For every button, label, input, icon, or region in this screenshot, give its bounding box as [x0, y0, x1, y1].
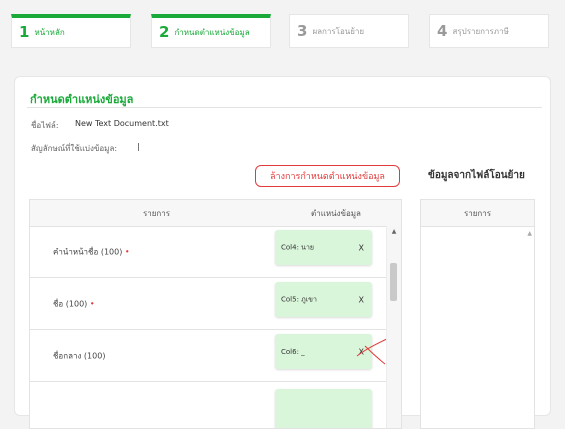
data-from-file-title: ข้อมูลจากไฟล์โอนย้าย	[428, 170, 525, 181]
step-label: หน้าหลัก	[34, 28, 65, 37]
step-number: 1	[19, 23, 30, 41]
separator-label: สัญลักษณ์ที่ใช้แบ่งข้อมูล:	[31, 144, 118, 153]
table-header: รายการ ตำแหน่งข้อมูล	[30, 200, 401, 227]
step-1-main[interactable]: 1 หน้าหลัก	[11, 14, 131, 48]
remove-icon[interactable]: X	[359, 243, 364, 252]
wizard-steps: 1 หน้าหลัก 2 กำหนดตำแหน่งข้อมูล 3 ผลการโ…	[0, 0, 565, 70]
scroll-thumb[interactable]	[390, 263, 397, 301]
mapping-table: รายการ ตำแหน่งข้อมูล คำนำหน้าชื่อ (100) …	[29, 199, 402, 429]
scroll-up-icon[interactable]: ▲	[387, 228, 401, 235]
data-position-card: กำหนดตำแหน่งข้อมูล ชื่อไฟล์: New Text Do…	[14, 76, 551, 429]
file-name-value: New Text Document.txt	[75, 119, 169, 128]
divider	[27, 107, 542, 108]
row-label: ชื่อ (100) •	[53, 299, 95, 308]
column-header-item: รายการ	[463, 208, 492, 218]
step-label: ผลการโอนย้าย	[312, 26, 365, 36]
step-4-tax-summary[interactable]: 4 สรุปรายการภาษี	[429, 14, 549, 48]
table-row: ชื่อ (100) • Col5: ภูเขา X	[30, 278, 389, 330]
table-scrollbar[interactable]: ▲	[386, 226, 401, 428]
position-chip[interactable]: Col4: นาย X	[275, 230, 372, 265]
step-2-define-position[interactable]: 2 กำหนดตำแหน่งข้อมูล	[151, 14, 271, 48]
step-label: สรุปรายการภาษี	[452, 26, 509, 36]
required-mark: •	[124, 247, 130, 256]
table-header: รายการ	[421, 200, 534, 227]
file-data-table: รายการ ▲	[420, 199, 535, 429]
separator-value: |	[137, 142, 140, 151]
step-label: กำหนดตำแหน่งข้อมูล	[174, 28, 250, 37]
position-chip[interactable]: Col5: ภูเขา X	[275, 282, 372, 317]
chip-value: Col4: นาย	[281, 243, 314, 251]
step-3-transfer-result[interactable]: 3 ผลการโอนย้าย	[289, 14, 409, 48]
table-row	[30, 382, 389, 428]
step-number: 2	[159, 23, 170, 41]
section-title: กำหนดตำแหน่งข้อมูล	[30, 93, 134, 106]
table-row: ชื่อกลาง (100) Col6: _ X	[30, 330, 390, 382]
chip-value: Col6: _	[281, 347, 305, 356]
step-number: 3	[297, 21, 308, 40]
step-number: 4	[437, 21, 448, 40]
required-mark: •	[89, 299, 95, 308]
column-header-item: รายการ	[142, 208, 171, 218]
clear-positions-button[interactable]: ล้างการกำหนดตำแหน่งข้อมูล	[255, 165, 400, 187]
row-label: คำนำหน้าชื่อ (100) •	[53, 247, 130, 256]
table-row: คำนำหน้าชื่อ (100) • Col4: นาย X	[30, 226, 389, 278]
scroll-up-icon[interactable]: ▲	[527, 230, 532, 237]
column-header-position: ตำแหน่งข้อมูล	[311, 208, 361, 218]
row-label: ชื่อกลาง (100)	[53, 351, 106, 360]
position-chip[interactable]	[275, 389, 372, 428]
chip-value: Col5: ภูเขา	[281, 295, 317, 303]
remove-icon[interactable]: X	[359, 295, 364, 304]
file-name-label: ชื่อไฟล์:	[31, 121, 59, 130]
